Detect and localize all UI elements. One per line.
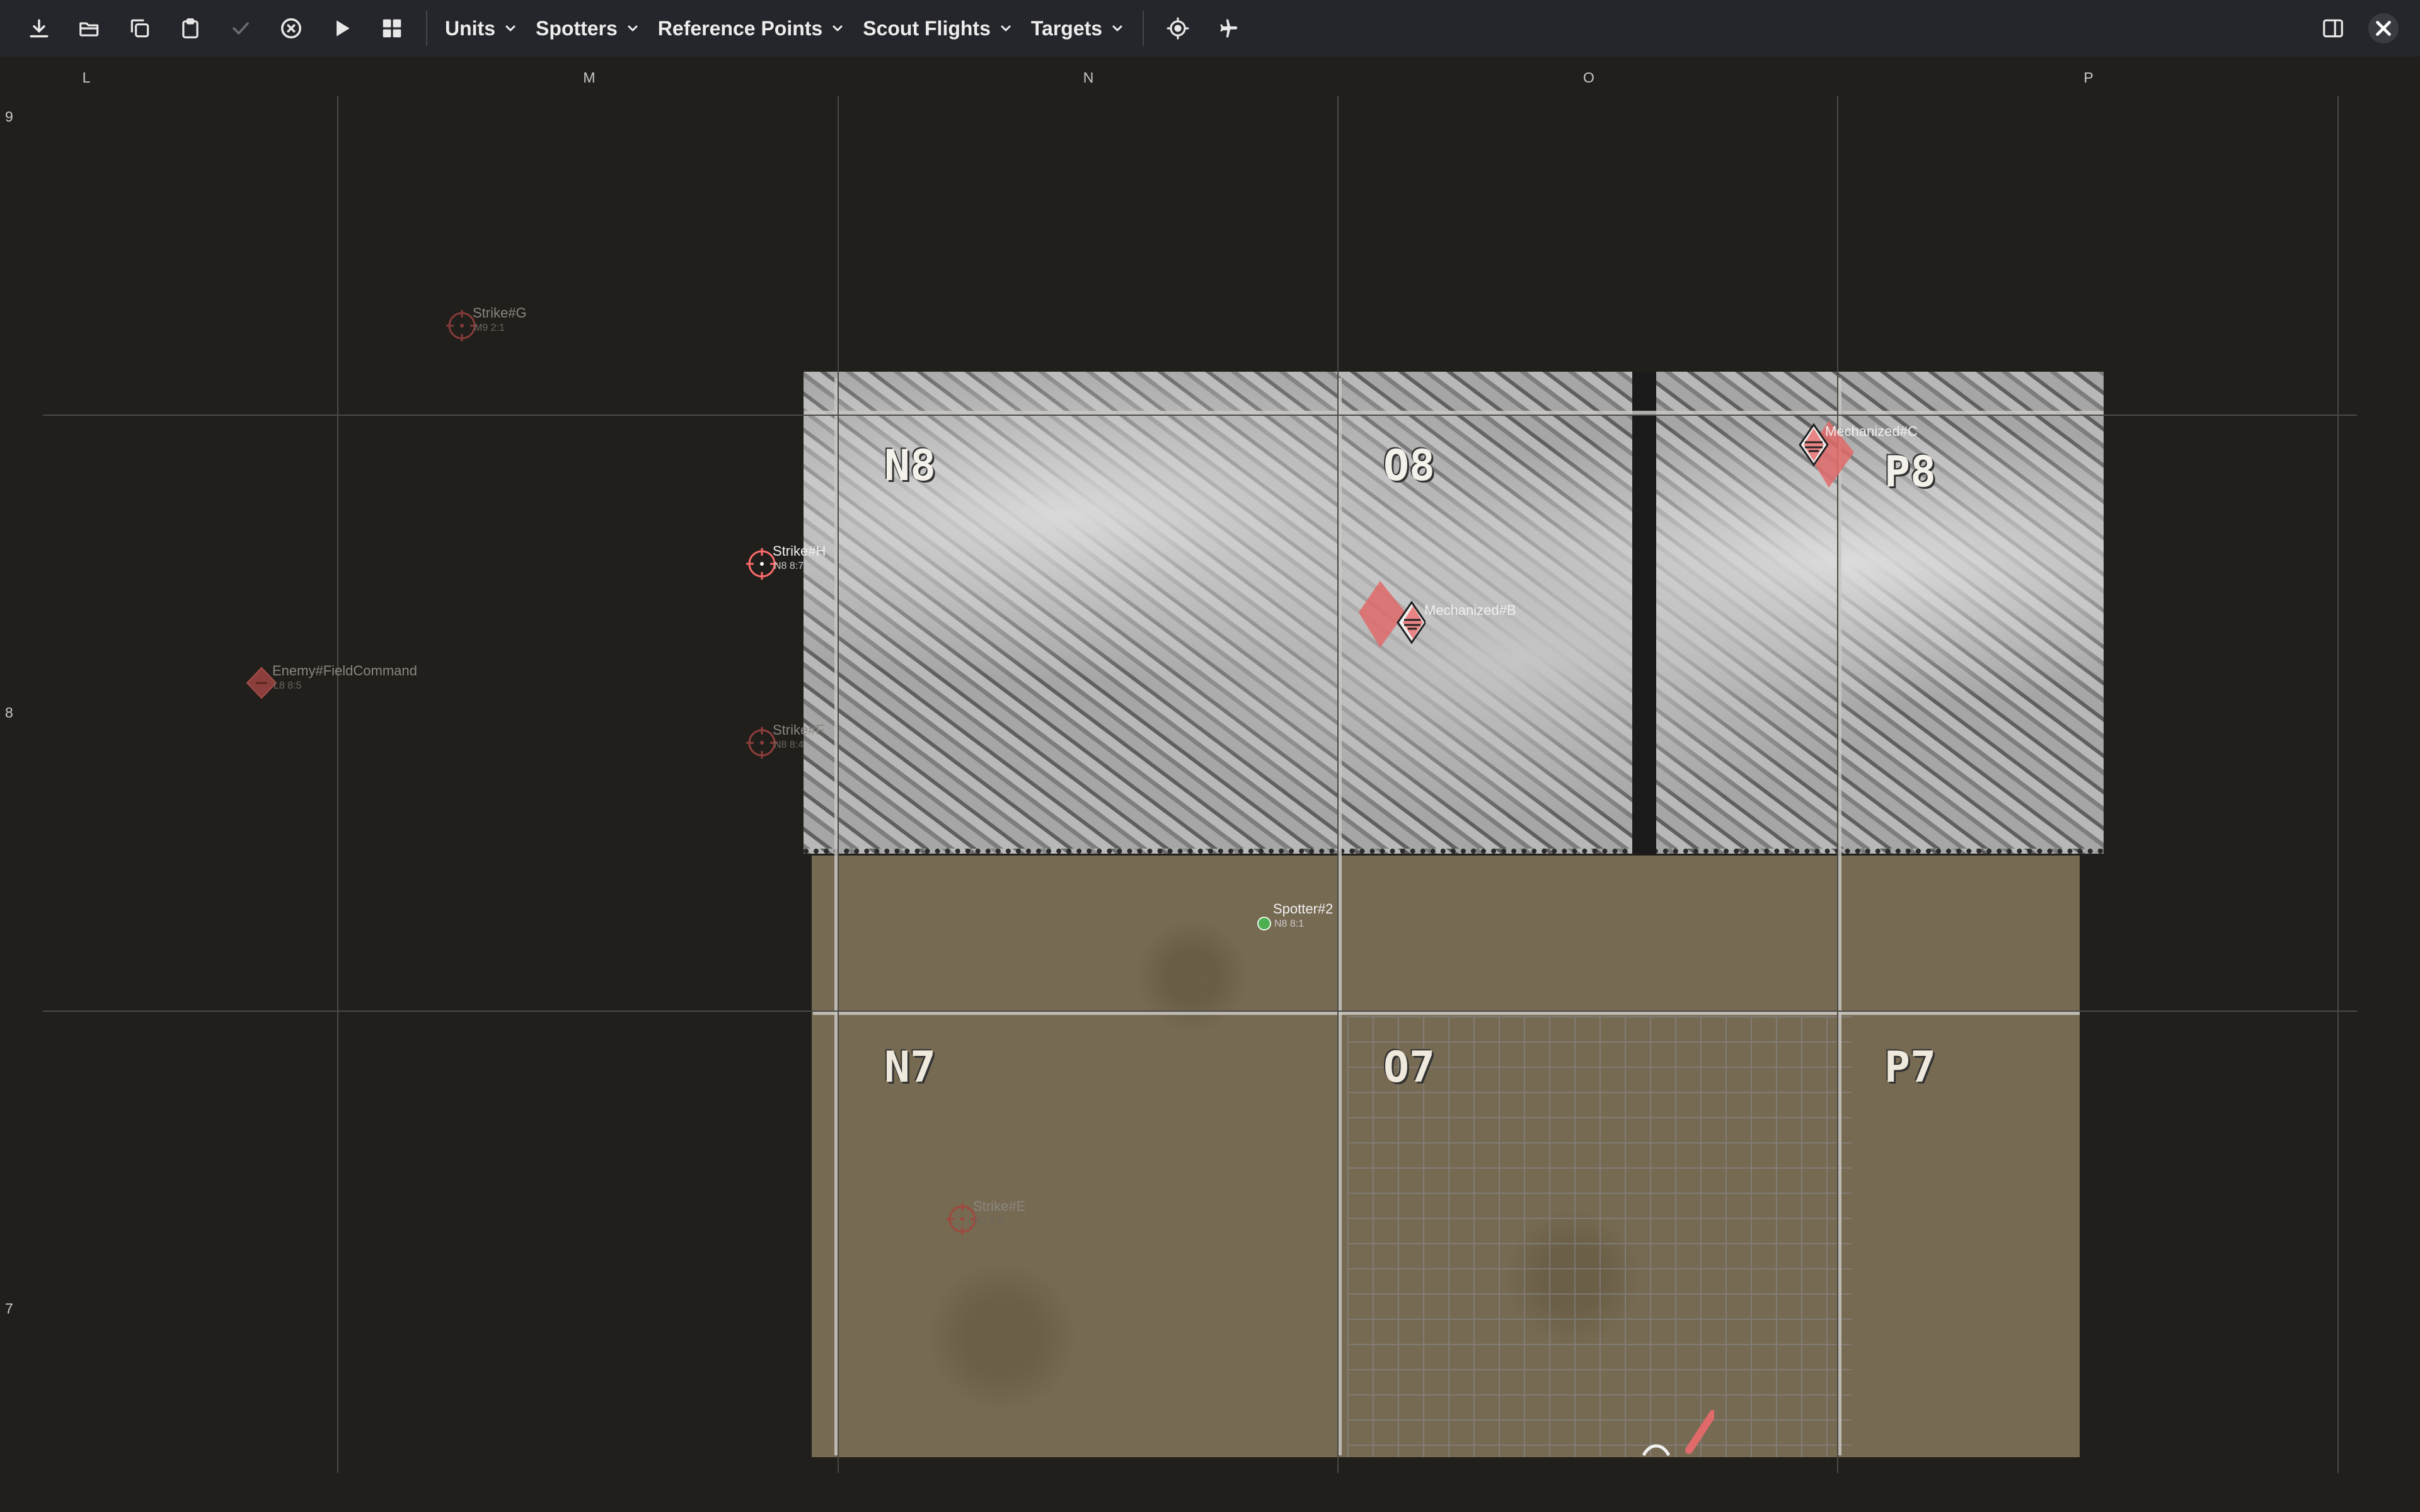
marker-coordinate: N8 8:4 — [774, 740, 804, 750]
marker-coordinate: N7 2:6 — [974, 1216, 1005, 1227]
duplicate-button[interactable] — [115, 3, 165, 54]
grid-line — [2337, 96, 2339, 1473]
locate-button[interactable] — [1153, 3, 1203, 54]
play-icon — [337, 20, 350, 37]
grid-icon — [383, 19, 401, 38]
map-cell-label: P7 — [1884, 1043, 1936, 1092]
plane-icon — [1220, 19, 1238, 38]
check-icon — [233, 22, 249, 35]
marker-label: Strike#F — [773, 722, 824, 738]
sidebar-toggle-icon — [2323, 19, 2343, 38]
marker-label: Mechanized#B — [1424, 602, 1516, 618]
marker-coordinate: N8 8:7 — [774, 561, 804, 571]
grid-row-label: 9 — [5, 108, 13, 125]
scout-flights-menu[interactable]: Scout Flights — [854, 3, 1022, 54]
units-menu-label: Units — [445, 16, 495, 40]
chevron-down-icon — [1001, 25, 1011, 32]
chevron-down-icon — [628, 25, 638, 32]
grid-column-label: O — [1583, 69, 1594, 86]
chevron-down-icon — [1112, 25, 1122, 32]
unit-marker-partial[interactable] — [1639, 1406, 1717, 1460]
targets-menu-label: Targets — [1030, 16, 1103, 40]
units-menu[interactable]: Units — [436, 3, 527, 54]
close-icon — [2376, 21, 2391, 36]
app-root: Units Spotters Reference Points Scout Fl… — [0, 0, 2420, 1512]
scout-flights-menu-label: Scout Flights — [863, 16, 991, 40]
toolbar: Units Spotters Reference Points Scout Fl… — [0, 0, 2420, 57]
layout-grid-button[interactable] — [367, 3, 417, 54]
unit-arrow-icon — [1642, 1410, 1717, 1457]
map-cell-label: N8 — [884, 441, 936, 491]
map-cell-label: P8 — [1884, 447, 1936, 497]
close-button-bg — [2368, 13, 2399, 43]
scout-flight-button[interactable] — [1203, 3, 1253, 54]
marker-label: Strike#E — [973, 1198, 1026, 1214]
download-button[interactable] — [14, 3, 64, 54]
cancel-circle-icon — [281, 18, 301, 38]
close-button[interactable] — [2358, 3, 2409, 54]
grid-line — [337, 96, 338, 1473]
photo-border-strip — [1632, 372, 1656, 854]
spotters-menu-label: Spotters — [536, 16, 618, 40]
spotters-menu[interactable]: Spotters — [527, 3, 649, 54]
marker-coordinate: L8 8:5 — [274, 680, 302, 691]
reference-points-menu-label: Reference Points — [657, 16, 823, 40]
marker-label: Enemy#FieldCommand — [272, 663, 417, 679]
toolbar-right — [2308, 3, 2409, 54]
download-icon — [30, 19, 49, 38]
targets-menu[interactable]: Targets — [1022, 3, 1134, 54]
paper-map — [812, 856, 2080, 1457]
confirm-button[interactable] — [216, 3, 266, 54]
marker-label: Strike#G — [473, 305, 527, 321]
toolbar-divider — [426, 11, 427, 46]
open-button[interactable] — [64, 3, 115, 54]
paste-button[interactable] — [165, 3, 216, 54]
toolbar-divider — [1143, 11, 1144, 46]
spotter-marker[interactable] — [1256, 915, 1272, 935]
grid-row-label: 7 — [5, 1300, 13, 1317]
sidebar-toggle-button[interactable] — [2308, 3, 2358, 54]
grid-line — [43, 1011, 2357, 1012]
clipboard-icon — [182, 18, 199, 38]
spotter-dot-icon — [1257, 917, 1271, 931]
grid-line — [1837, 96, 1838, 1473]
grid-line — [838, 96, 839, 1473]
map-cell-label: O7 — [1383, 1043, 1435, 1092]
grid-column-label: M — [583, 69, 596, 86]
marker-label: Strike#H — [773, 543, 826, 559]
chevron-down-icon — [505, 25, 516, 32]
play-button[interactable] — [316, 3, 367, 54]
marker-label: Spotter#2 — [1273, 901, 1334, 917]
chevron-down-icon — [833, 25, 843, 32]
grid-row-label: 8 — [5, 704, 13, 721]
grid-line — [1337, 96, 1339, 1473]
grid-column-label: L — [82, 69, 91, 86]
map-cell-label: O8 — [1383, 441, 1435, 491]
marker-label: Mechanized#C — [1825, 423, 1918, 439]
grid-column-label: N — [1083, 69, 1094, 86]
crosshair-icon — [1167, 17, 1189, 40]
grid-line — [43, 415, 2357, 416]
copy-icon — [130, 19, 149, 38]
map-cell-label: N7 — [884, 1043, 936, 1092]
grid-column-label: P — [2083, 69, 2094, 86]
mechanized-unit-marker[interactable] — [1356, 577, 1427, 662]
reference-points-menu[interactable]: Reference Points — [649, 3, 854, 54]
mechanized-unit-icon — [1359, 581, 1427, 648]
cancel-button[interactable] — [266, 3, 316, 54]
marker-coordinate: N8 8:1 — [1274, 919, 1305, 929]
folder-open-icon — [79, 22, 99, 37]
marker-coordinate: M9 2:1 — [474, 323, 505, 333]
